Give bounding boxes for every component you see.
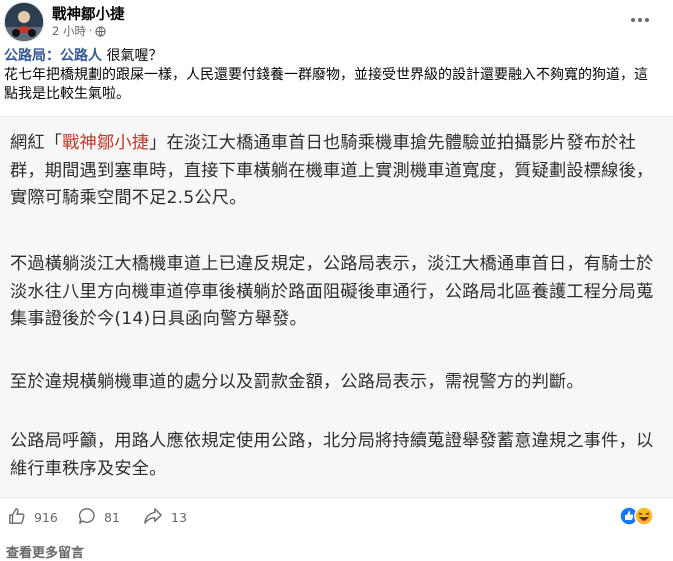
share-stat[interactable]: 13 <box>143 507 187 528</box>
like-stat[interactable]: 916 <box>8 507 58 528</box>
author-name[interactable]: 戰神鄒小捷 <box>52 3 125 24</box>
article-paragraph-1: 網紅「戰神鄒小捷」在淡江大橋通車首日也騎乘機車搶先體驗並拍攝影片發布於社群，期間… <box>10 130 660 213</box>
comment-icon <box>78 507 96 528</box>
article-image[interactable]: 網紅「戰神鄒小捷」在淡江大橋通車首日也騎乘機車搶先體驗並拍攝影片發布於社群，期間… <box>0 116 673 498</box>
post-caption: 公路局：公路人 很氣喔？ 花七年把橋規劃的跟屎一樣，人民還要付錢養一群廢物，並接… <box>4 47 659 104</box>
like-count: 916 <box>34 510 58 525</box>
engagement-bar: 916 81 13 <box>0 503 673 531</box>
caption-line-2: 花七年把橋規劃的跟屎一樣，人民還要付錢養一群廢物，並接受世界級的設計還要融入不夠… <box>4 67 648 102</box>
article-paragraph-4: 公路局呼籲，用路人應依規定使用公路，北分局將持續蒐證舉發蓄意違規之事件，以維行車… <box>10 431 654 479</box>
comment-stat[interactable]: 81 <box>78 507 120 528</box>
reactions-summary[interactable] <box>618 505 660 527</box>
post-header: 戰神鄒小捷 2 小時 · <box>0 0 673 44</box>
p1-prefix: 網紅「 <box>10 133 63 153</box>
meta-separator: · <box>88 25 93 37</box>
caption-line-1: 公路局：公路人 很氣喔？ <box>4 47 659 66</box>
like-icon <box>8 507 26 528</box>
more-icon[interactable] <box>628 12 652 26</box>
article-paragraph-3: 至於違規橫躺機車道的處分以及罰款金額，公路局表示，需視警方的判斷。 <box>10 372 584 392</box>
view-more-comments-link[interactable]: 查看更多留言 <box>6 542 84 561</box>
share-count: 13 <box>171 510 187 525</box>
caption-tag[interactable]: 公路局：公路人 <box>4 48 102 64</box>
p1-highlight: 戰神鄒小捷 <box>62 133 150 153</box>
haha-reaction-icon <box>634 506 654 526</box>
post-time[interactable]: 2 小時 <box>52 23 86 39</box>
share-icon <box>143 507 163 528</box>
avatar[interactable] <box>4 2 44 42</box>
post-meta: 2 小時 · <box>52 23 106 39</box>
comment-count: 81 <box>104 510 120 525</box>
globe-icon <box>95 25 106 37</box>
article-paragraph-2: 不過橫躺淡江大橋機車道上已違反規定，公路局表示，淡江大橋通車首日，有騎士於淡水往… <box>10 254 654 329</box>
caption-rest: 很氣喔？ <box>102 48 163 64</box>
